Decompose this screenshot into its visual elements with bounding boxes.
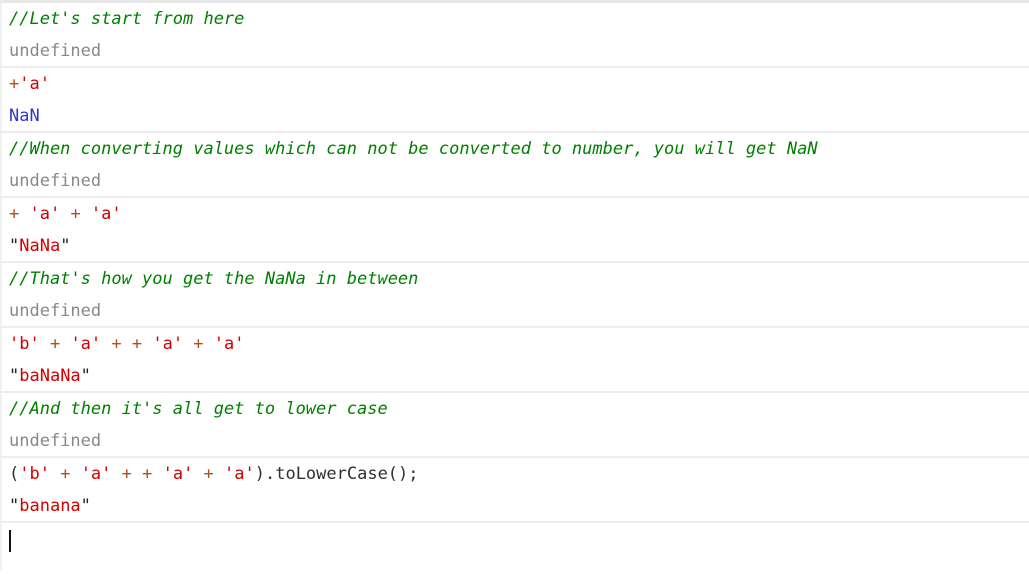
token-undefined: undefined bbox=[9, 41, 102, 61]
console-group: //Let's start from here undefined bbox=[0, 0, 1029, 66]
token-undefined: undefined bbox=[9, 301, 102, 321]
token-operator: + bbox=[9, 204, 30, 224]
token-comment: //That's how you get the NaNa in between bbox=[9, 269, 419, 289]
token-string: 'a' bbox=[70, 334, 102, 354]
expression-banana-uppercase[interactable]: 'b' + 'a' + + 'a' + 'a' bbox=[0, 328, 1029, 361]
result-undefined: undefined bbox=[0, 36, 1029, 66]
token-operator: + + bbox=[111, 464, 163, 484]
token-string: 'a' bbox=[213, 334, 245, 354]
token-comment: //When converting values which can not b… bbox=[9, 139, 818, 159]
token-operator: + + bbox=[101, 334, 153, 354]
token-plain: ( bbox=[9, 464, 20, 484]
token-comment: //Let's start from here bbox=[9, 9, 245, 29]
token-string: 'a' bbox=[224, 464, 255, 484]
comment-nana-in-between[interactable]: //That's how you get the NaNa in between bbox=[0, 263, 1029, 296]
console-group: + 'a' + 'a' "NaNa" bbox=[0, 196, 1029, 261]
token-quote: " bbox=[60, 236, 71, 256]
comment-nan-explanation[interactable]: //When converting values which can not b… bbox=[0, 133, 1029, 166]
result-undefined: undefined bbox=[0, 166, 1029, 196]
comment-start[interactable]: //Let's start from here bbox=[0, 3, 1029, 36]
token-operator: + bbox=[39, 334, 71, 354]
token-string: baNaNa bbox=[19, 366, 81, 386]
result-banana-mixed-case: "baNaNa" bbox=[0, 361, 1029, 391]
console-prompt-row[interactable] bbox=[0, 521, 1029, 571]
token-string: NaNa bbox=[19, 236, 61, 256]
console-group: //And then it's all get to lower case und… bbox=[0, 391, 1029, 456]
token-operator: + bbox=[193, 464, 225, 484]
token-undefined: undefined bbox=[9, 431, 102, 451]
result-nan: NaN bbox=[0, 101, 1029, 131]
token-quote: " bbox=[80, 366, 91, 386]
expression-plus-a-plus-a[interactable]: + 'a' + 'a' bbox=[0, 198, 1029, 231]
token-string: 'b' bbox=[19, 464, 50, 484]
token-number: NaN bbox=[9, 106, 40, 126]
token-operator: + bbox=[60, 204, 91, 224]
token-string: 'a' bbox=[19, 74, 50, 94]
token-plain: ).toLowerCase(); bbox=[254, 464, 419, 484]
token-operator: + bbox=[183, 334, 214, 354]
result-nana: "NaNa" bbox=[0, 231, 1029, 261]
console-group: ('b' + 'a' + + 'a' + 'a').toLowerCase();… bbox=[0, 456, 1029, 521]
result-undefined: undefined bbox=[0, 426, 1029, 456]
text-caret bbox=[9, 530, 11, 552]
token-string: 'a' bbox=[90, 204, 122, 224]
token-quote: " bbox=[9, 236, 20, 256]
token-string: banana bbox=[19, 496, 81, 516]
token-string: 'a' bbox=[29, 204, 61, 224]
token-operator: + bbox=[49, 464, 81, 484]
console-group: //When converting values which can not b… bbox=[0, 131, 1029, 196]
result-banana: "banana" bbox=[0, 491, 1029, 521]
token-quote: " bbox=[80, 496, 91, 516]
token-comment: //And then it's all get to lower case bbox=[9, 399, 388, 419]
console-log-list: //Let's start from here undefined +'a' NaN /… bbox=[0, 0, 1029, 521]
token-string: 'a' bbox=[152, 334, 184, 354]
token-string: 'a' bbox=[80, 464, 112, 484]
expression-unary-plus-a[interactable]: +'a' bbox=[0, 68, 1029, 101]
console-group: 'b' + 'a' + + 'a' + 'a' "baNaNa" bbox=[0, 326, 1029, 391]
token-quote: " bbox=[9, 496, 20, 516]
javascript-console[interactable]: //Let's start from here undefined +'a' NaN /… bbox=[0, 0, 1029, 574]
token-undefined: undefined bbox=[9, 171, 102, 191]
token-quote: " bbox=[9, 366, 20, 386]
console-group: //That's how you get the NaNa in between… bbox=[0, 261, 1029, 326]
comment-lower-case[interactable]: //And then it's all get to lower case bbox=[0, 393, 1029, 426]
token-operator: + bbox=[9, 74, 20, 94]
console-group: +'a' NaN bbox=[0, 66, 1029, 131]
expression-banana-tolowercase[interactable]: ('b' + 'a' + + 'a' + 'a').toLowerCase(); bbox=[0, 458, 1029, 491]
token-string: 'b' bbox=[9, 334, 40, 354]
token-string: 'a' bbox=[162, 464, 194, 484]
result-undefined: undefined bbox=[0, 296, 1029, 326]
